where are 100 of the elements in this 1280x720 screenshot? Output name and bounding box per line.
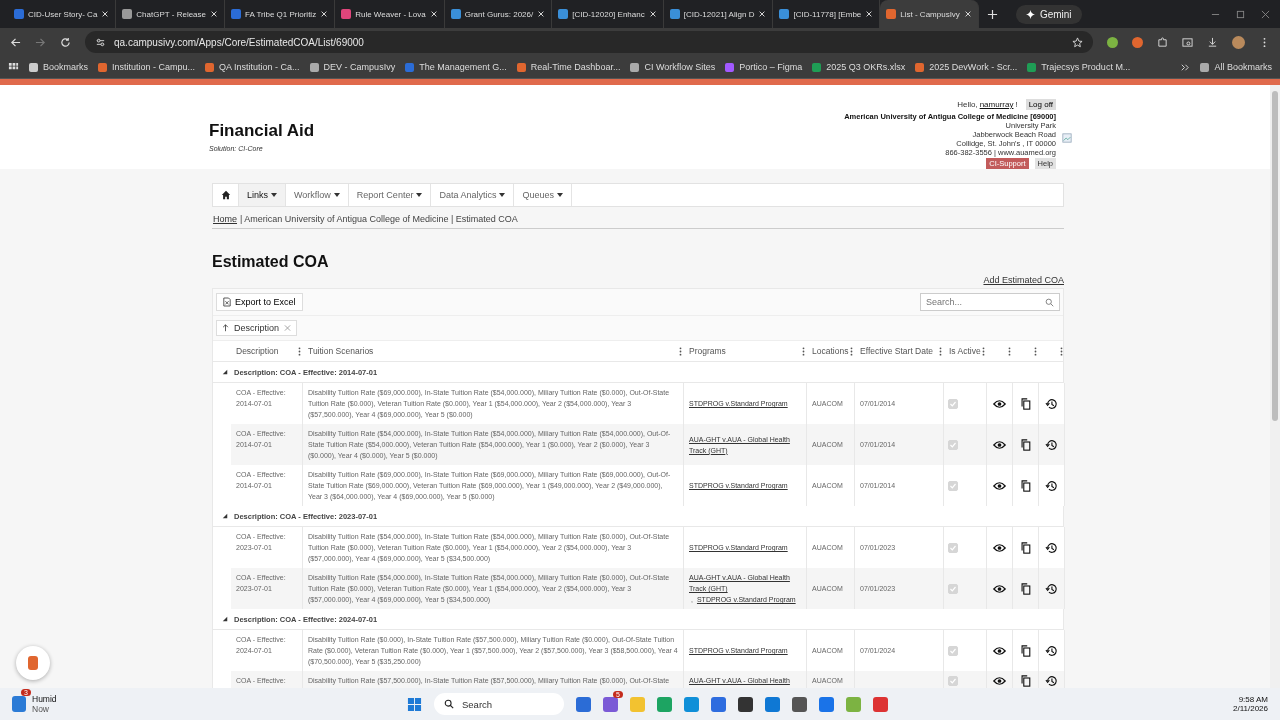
view-eye-icon[interactable] [993, 397, 1006, 410]
app-title: Financial Aid [209, 121, 315, 141]
copy-icon[interactable] [1019, 541, 1032, 554]
site-icon [341, 9, 352, 19]
history-icon[interactable] [1045, 397, 1058, 410]
search-icon [444, 699, 454, 709]
page-title: Estimated COA [212, 253, 329, 271]
username-link[interactable]: namurray [979, 100, 1014, 109]
bookmark-item[interactable]: 2025 DevWork - Scr... [915, 62, 1018, 72]
caret-icon [333, 193, 340, 197]
caret-icon [416, 193, 423, 197]
search-icon[interactable] [1045, 297, 1054, 307]
column-header[interactable]: Locations [807, 341, 855, 361]
column-header[interactable]: Description [231, 341, 303, 361]
column-menu-icon[interactable] [1008, 346, 1011, 356]
forward-arrow-icon[interactable] [35, 36, 46, 48]
site-icon [558, 9, 569, 19]
site-icon [122, 9, 133, 19]
bookmark-item[interactable]: Trajecsys Product M... [1027, 62, 1131, 72]
sort-up-icon [222, 324, 229, 332]
floating-app-button[interactable] [16, 646, 50, 680]
caret-icon [556, 193, 563, 197]
view-eye-icon[interactable] [993, 541, 1006, 554]
column-header[interactable]: Effective Start Date [855, 341, 944, 361]
all-bookmarks-item[interactable]: All Bookmarks [1200, 62, 1272, 72]
view-eye-icon[interactable] [993, 582, 1006, 595]
browser-tab[interactable]: List - CampusIvy [880, 0, 979, 28]
history-icon[interactable] [1045, 438, 1058, 451]
new-tab-icon[interactable] [986, 8, 998, 20]
close-icon[interactable] [963, 10, 972, 18]
site-icon [231, 9, 241, 19]
copy-icon[interactable] [1019, 582, 1032, 595]
bookmark-item[interactable]: Bookmarks [29, 62, 88, 72]
site-settings-icon[interactable] [95, 36, 106, 48]
tab-search-icon[interactable] [1182, 36, 1193, 48]
search-field[interactable]: Search... [920, 293, 1060, 311]
bookmark-item[interactable]: DEV - CampusIvy [309, 62, 396, 72]
copy-icon[interactable] [1019, 438, 1032, 451]
column-menu-icon[interactable] [802, 346, 805, 356]
bookmark-item[interactable]: Real-Time Dashboar... [516, 62, 621, 72]
caret-icon [499, 193, 506, 197]
copy-icon[interactable] [1019, 479, 1032, 492]
bookmark-item[interactable]: Portico – Figma [725, 62, 803, 72]
bookmark-item[interactable]: CI Workflow Sites [630, 62, 716, 72]
column-menu-icon[interactable] [1060, 346, 1063, 356]
history-icon[interactable] [1045, 644, 1058, 657]
column-menu-icon[interactable] [298, 346, 301, 356]
weather-time: Now [32, 704, 50, 714]
view-eye-icon[interactable] [993, 479, 1006, 492]
nav-menu-item[interactable]: Links [239, 184, 286, 206]
site-icon [14, 9, 24, 19]
copy-icon[interactable] [1019, 644, 1032, 657]
extension-icon[interactable] [1132, 36, 1143, 48]
taskbar-search-field[interactable]: Search [434, 693, 564, 715]
history-icon[interactable] [1045, 582, 1058, 595]
history-icon[interactable] [1045, 674, 1058, 687]
windows-logo-icon[interactable] [407, 696, 422, 712]
greeting-text: ! [1015, 100, 1018, 109]
bookmark-item[interactable]: 2025 Q3 OKRs.xlsx [812, 62, 906, 72]
column-menu-icon[interactable] [939, 346, 942, 356]
column-header[interactable]: Is Active [944, 341, 987, 361]
taskbar-app-icon[interactable] [792, 696, 807, 712]
bookmark-item[interactable]: The Management G... [405, 62, 507, 72]
gemini-button[interactable]: Gemini [1015, 4, 1082, 24]
bookmark-star-icon[interactable] [1072, 36, 1083, 48]
view-eye-icon[interactable] [993, 438, 1006, 451]
column-menu-icon[interactable] [679, 346, 682, 356]
column-header[interactable]: Tuition Scenarios [303, 341, 684, 361]
column-header[interactable]: Programs [684, 341, 807, 361]
bookmark-item[interactable]: Institution - Campu... [98, 62, 196, 72]
collapse-triangle-icon[interactable] [222, 369, 228, 375]
history-icon[interactable] [1045, 541, 1058, 554]
view-eye-icon[interactable] [993, 644, 1006, 657]
column-menu-icon[interactable] [982, 346, 985, 356]
log-off-button[interactable]: Log off [1025, 99, 1056, 110]
reload-icon[interactable] [60, 36, 71, 48]
collapse-triangle-icon[interactable] [222, 616, 228, 622]
taskbar-app-icon[interactable] [738, 696, 753, 712]
greeting-text: Hello, [957, 100, 978, 109]
maximize-icon[interactable] [1236, 9, 1245, 19]
copy-icon[interactable] [1019, 397, 1032, 410]
profile-avatar[interactable] [1232, 35, 1245, 49]
caret-icon [271, 193, 277, 197]
collapse-triangle-icon[interactable] [222, 513, 228, 519]
copy-icon[interactable] [1019, 674, 1032, 687]
back-arrow-icon[interactable] [10, 36, 21, 48]
address-bar[interactable]: qa.campusivy.com/Apps/Core/EstimatedCOA/List/69000 [85, 31, 1093, 53]
home-link[interactable]: Home [213, 214, 237, 224]
download-icon[interactable] [1207, 36, 1218, 48]
column-menu-icon[interactable] [1034, 346, 1037, 356]
add-estimated-coa-link[interactable]: Add Estimated COA [983, 275, 1064, 285]
export-to-excel-button[interactable]: Export to Excel [216, 293, 303, 311]
taskbar-app-icon[interactable] [603, 696, 618, 712]
extension-icon[interactable] [1107, 36, 1118, 48]
bookmark-item[interactable]: QA Institution - Ca... [205, 62, 300, 72]
column-menu-icon[interactable] [850, 346, 853, 356]
broken-image-icon [1062, 133, 1072, 143]
group-chip[interactable]: Description [216, 320, 298, 336]
view-eye-icon[interactable] [993, 674, 1006, 687]
history-icon[interactable] [1045, 479, 1058, 492]
